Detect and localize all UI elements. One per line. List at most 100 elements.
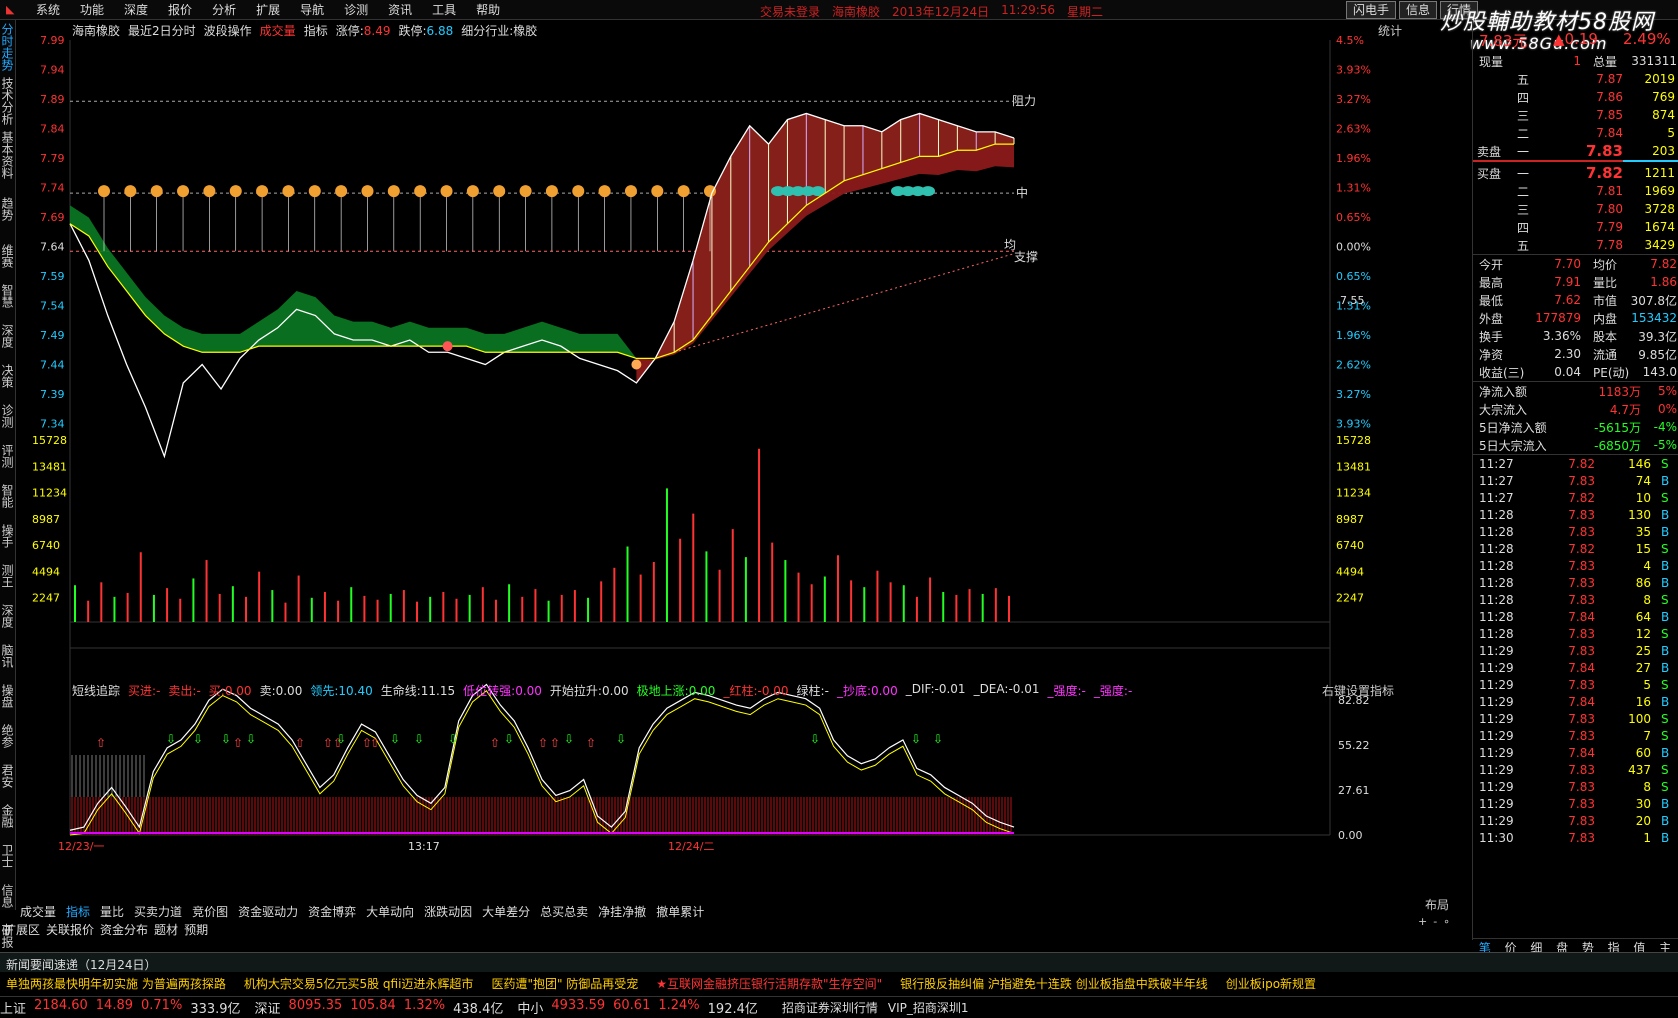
left-tab-14[interactable]: 脑讯 (0, 636, 14, 676)
left-tab-2[interactable]: 基本资料 (0, 128, 14, 182)
bottom-tab-9[interactable]: 大单差分 (480, 903, 532, 920)
left-tab-3[interactable]: 趋势 (0, 182, 14, 236)
menu-item-3[interactable]: 报价 (158, 1, 202, 18)
bottom-tab-2[interactable]: 量比 (98, 903, 126, 920)
bottom-tab2-1[interactable]: 关联报价 (46, 921, 94, 938)
bottom-tab2-2[interactable]: 资金分布 (100, 921, 148, 938)
indicator2-name[interactable]: 短线追踪 (72, 682, 120, 699)
stat-label[interactable]: 统计 (1378, 22, 1402, 39)
ticker-item-4[interactable]: 银行股反抽纠偏 沪指避免十连跌 创业板指盘中跌破半年线 (900, 975, 1208, 992)
bottom-tab-4[interactable]: 竞价图 (190, 903, 230, 920)
left-tab-19[interactable]: 卫士 (0, 836, 14, 876)
buy-level-2[interactable]: 二 7.81 1969 (1473, 182, 1678, 200)
menu-item-7[interactable]: 诊测 (334, 1, 378, 18)
ticker-item-3[interactable]: ★互联网金融挤压银行活期存款"生存空间" (656, 975, 882, 992)
left-tab-15[interactable]: 操盘 (0, 676, 14, 716)
index-2[interactable]: 中小 4933.59 60.61 1.24% 192.4亿 (517, 998, 758, 1017)
news-label[interactable]: 新闻要闻速递（12月24日） (6, 958, 157, 972)
left-tab-13[interactable]: 深度 (0, 596, 14, 636)
buy-level-3[interactable]: 三 7.80 3728 (1473, 200, 1678, 218)
left-tab-4[interactable]: 维赛 (0, 236, 14, 276)
menu-item-10[interactable]: 帮助 (466, 1, 510, 18)
stock-name[interactable]: 海南橡胶 (72, 22, 120, 39)
buy-level-4[interactable]: 四 7.79 1674 (1473, 218, 1678, 236)
buy-level-1[interactable]: 买盘一 7.82 1211 (1473, 164, 1678, 182)
bottom-tab-8[interactable]: 涨跌动因 (422, 903, 474, 920)
left-tab-18[interactable]: 金融 (0, 796, 14, 836)
indicator-toggle[interactable]: 指标 (304, 22, 328, 39)
ticker-item-5[interactable]: 创业板ipo新规置 (1226, 975, 1316, 992)
left-tab-12[interactable]: 测王 (0, 556, 14, 596)
tick-volume: 20 (1635, 813, 1651, 828)
sell-level-1[interactable]: 卖盘一 7.83 203 (1473, 142, 1678, 160)
left-tab-20[interactable]: 信息 (0, 876, 14, 916)
buy-signal-icon (203, 185, 216, 198)
bottom-tab-10[interactable]: 总买总卖 (538, 903, 590, 920)
sell-level-5[interactable]: 五 7.87 2019 (1473, 70, 1678, 88)
menu-item-4[interactable]: 分析 (202, 1, 246, 18)
sell-level-2[interactable]: 二 7.84 5 (1473, 124, 1678, 142)
stat-row-5: 净资 2.30 流通 9.85亿 (1473, 345, 1678, 363)
menu-item-9[interactable]: 工具 (422, 1, 466, 18)
bottom-tab2-4[interactable]: 预期 (184, 921, 208, 938)
left-tab-0[interactable]: 分时走势 (0, 20, 14, 74)
indicator-name[interactable]: 波段操作 (204, 22, 252, 39)
bottom-tab-0[interactable]: 成交量 (18, 903, 58, 920)
bottom-tab-12[interactable]: 撤单累计 (654, 903, 706, 920)
left-tab-16[interactable]: 绝参 (0, 716, 14, 756)
buy-volume: 3429 (1644, 238, 1675, 252)
bottom-tab-6[interactable]: 资金博弈 (306, 903, 358, 920)
menu-item-6[interactable]: 导航 (290, 1, 334, 18)
sell-level-3[interactable]: 三 7.85 874 (1473, 106, 1678, 124)
menu-item-5[interactable]: 扩展 (246, 1, 290, 18)
indicator2-val-4: 10.40 (338, 684, 373, 698)
volume-toggle[interactable]: 成交量 (260, 22, 296, 39)
bottom-tab2-3[interactable]: 题材 (154, 921, 178, 938)
tick-time: 11:27 (1479, 473, 1514, 488)
bottom-tab-5[interactable]: 资金驱动力 (236, 903, 300, 920)
top-button-1[interactable]: 信息 (1399, 1, 1438, 19)
bottom-tab-1[interactable]: 指标 (64, 903, 92, 920)
menu-item-8[interactable]: 资讯 (378, 1, 422, 18)
chart-canvas[interactable]: 阻力中均支撑7.997.947.897.847.797.747.697.647.… (18, 20, 1428, 890)
sell-level-4[interactable]: 四 7.86 769 (1473, 88, 1678, 106)
left-tab-11[interactable]: 操手 (0, 516, 14, 556)
index-1[interactable]: 深证 8095.35 105.84 1.32% 438.4亿 (255, 998, 504, 1017)
indicator-settings-link[interactable]: 右键设置指标 (1322, 682, 1394, 699)
menu-item-0[interactable]: 系统 (26, 1, 70, 18)
left-tab-10[interactable]: 智能 (0, 476, 14, 516)
index-0[interactable]: 上证 2184.60 14.89 0.71% 333.9亿 (0, 998, 241, 1017)
period-label[interactable]: 最近2日分时 (128, 22, 196, 39)
axis-zoom-controls[interactable]: +-∘ (1418, 915, 1456, 928)
ticker-item-2[interactable]: 医药遭"抱团" 防御品再受宠 (491, 975, 638, 992)
tick-list[interactable]: 11:27 7.82 146 S 11:27 7.83 74 B 11:27 7.82 10 S 11:… (1473, 454, 1678, 846)
tick-price: 7.82 (1568, 456, 1595, 471)
left-tab-8[interactable]: 诊测 (0, 396, 14, 436)
layout-label[interactable]: 布局 (1425, 896, 1449, 913)
left-tab-7[interactable]: 决策 (0, 356, 14, 396)
top-button-0[interactable]: 闪电手 (1346, 1, 1397, 19)
left-tab-17[interactable]: 君安 (0, 756, 14, 796)
menu-item-2[interactable]: 深度 (114, 1, 158, 18)
indicator2-key-13: _DEA: (973, 682, 1009, 696)
left-tab-6[interactable]: 深度 (0, 316, 14, 356)
ticker-item-1[interactable]: 机构大宗交易5亿元买5股 qfii迈进永辉超市 (244, 975, 474, 992)
tick-direction: S (1661, 779, 1669, 794)
tick-time: 11:28 (1479, 507, 1514, 522)
left-tab-5[interactable]: 智慧 (0, 276, 14, 316)
menu-item-1[interactable]: 功能 (70, 1, 114, 18)
left-tab-1[interactable]: 技术分析 (0, 74, 14, 128)
news-bar[interactable]: 新闻要闻速递（12月24日） (0, 952, 1678, 972)
pct-tick-right: 3.27% (1336, 388, 1371, 401)
ticker-item-0[interactable]: 单独两孩最快明年初实施 为普遍两孩探路 (6, 975, 226, 992)
stat-key: 内盘 (1593, 311, 1618, 326)
buy-level-5[interactable]: 五 7.78 3429 (1473, 236, 1678, 254)
quote-header: 7.83元 ▲0.19 2.49% (1473, 20, 1678, 52)
bottom-tab-11[interactable]: 净挂净撤 (596, 903, 648, 920)
bottom-tab2-0[interactable]: 扩展区 (4, 921, 40, 938)
stat-key: 今开 (1479, 257, 1504, 272)
bottom-tab-3[interactable]: 买卖力道 (132, 903, 184, 920)
bottom-tab-7[interactable]: 大单动向 (364, 903, 416, 920)
left-tab-9[interactable]: 评测 (0, 436, 14, 476)
tick-price: 7.83 (1568, 524, 1595, 539)
